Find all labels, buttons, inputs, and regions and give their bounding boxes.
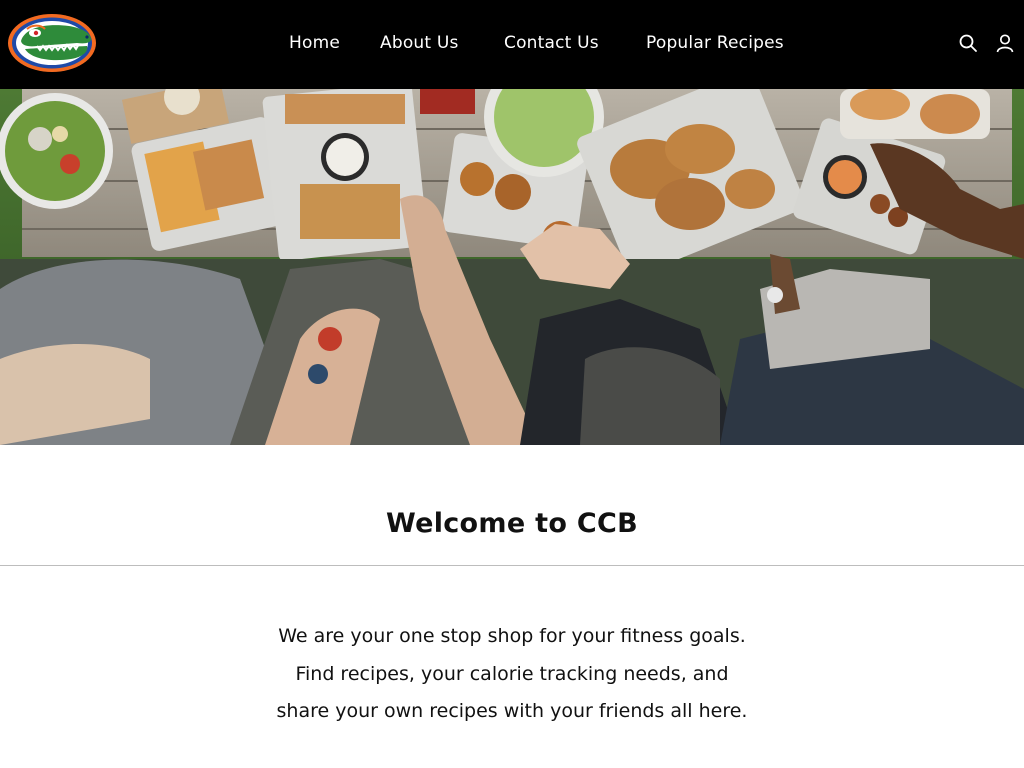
nav-contact-us-link[interactable]: Contact Us <box>504 30 599 56</box>
user-icon[interactable] <box>995 33 1015 53</box>
intro-paragraph: We are your one stop shop for your fitne… <box>0 618 1024 731</box>
hero-food-photo <box>0 89 1024 445</box>
nav-home-link[interactable]: Home <box>289 30 340 56</box>
main-nav: Home About Us Contact Us Popular Recipes <box>0 0 1024 89</box>
nav-popular-recipes-link[interactable]: Popular Recipes <box>646 30 784 56</box>
nav-about-us-link[interactable]: About Us <box>380 30 459 56</box>
intro-line: We are your one stop shop for your fitne… <box>278 625 746 647</box>
intro-line: Find recipes, your calorie tracking need… <box>295 662 729 685</box>
page-title: Welcome to CCB <box>385 508 639 539</box>
search-icon[interactable] <box>958 33 978 53</box>
intro-line: share your own recipes with your friends… <box>276 700 748 722</box>
section-divider <box>0 565 1024 566</box>
top-navigation-bar: Home About Us Contact Us Popular Recipes <box>0 0 1024 89</box>
